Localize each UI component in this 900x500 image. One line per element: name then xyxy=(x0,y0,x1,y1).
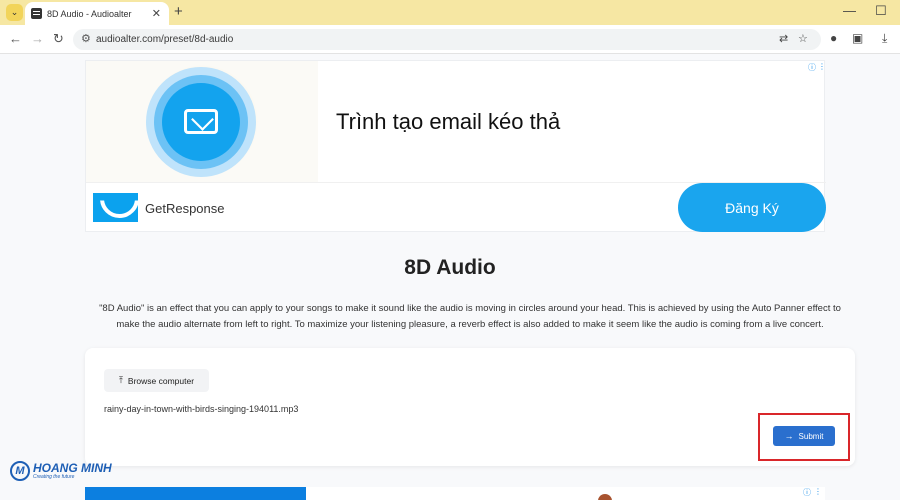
ad-brand-name: GetResponse xyxy=(145,201,225,216)
getresponse-logo-icon xyxy=(93,193,138,222)
bottom-ad-panel[interactable]: ⓘ ⋮ xyxy=(306,487,825,500)
forward-icon[interactable]: → xyxy=(31,31,44,46)
browse-computer-button[interactable]: ⤒ Browse computer xyxy=(104,369,209,392)
watermark-logo: M HOANG MINH Creating the future xyxy=(10,459,112,483)
watermark-tagline: Creating the future xyxy=(33,474,75,480)
tab-title: 8D Audio - Audioalter xyxy=(47,8,132,19)
ad-info-icon[interactable]: ⓘ xyxy=(808,62,816,73)
upload-card: ⤒ Browse computer rainy-day-in-town-with… xyxy=(85,348,855,466)
bottom-ad-menu-icon[interactable]: ⋮ xyxy=(814,487,822,496)
watermark-brand: HOANG MINH xyxy=(33,461,112,475)
url-text: audioalter.com/preset/8d-audio xyxy=(96,34,234,45)
selected-file-name: rainy-day-in-town-with-birds-singing-194… xyxy=(104,404,299,414)
maximize-icon[interactable]: ☐ xyxy=(875,3,887,19)
address-bar[interactable]: ⚙ audioalter.com/preset/8d-audio ⇄ ☆ xyxy=(73,29,821,50)
profile-icon[interactable]: ● xyxy=(830,31,837,45)
bottom-ad-info-icon[interactable]: ⓘ xyxy=(803,487,811,498)
star-icon[interactable]: ☆ xyxy=(798,32,808,45)
close-icon[interactable]: ✕ xyxy=(152,7,161,20)
submit-highlight-box xyxy=(758,413,850,461)
translate-icon[interactable]: ⇄ xyxy=(779,32,788,45)
ad-banner[interactable]: Trình tạo email kéo thả GetResponse Đăng… xyxy=(85,60,826,232)
ad-headline: Trình tạo email kéo thả xyxy=(336,109,561,134)
browser-tab[interactable]: 8D Audio - Audioalter ✕ xyxy=(25,2,169,25)
upload-icon: ⤒ xyxy=(118,375,123,385)
tab-search-icon[interactable]: ⌄ xyxy=(6,4,23,21)
bottom-ad-image[interactable] xyxy=(85,487,306,500)
download-icon[interactable]: ⤓ xyxy=(882,31,887,46)
back-icon[interactable]: ← xyxy=(9,31,22,46)
minimize-icon[interactable]: — xyxy=(843,3,856,18)
hoang-minh-logo-icon: M xyxy=(10,461,30,481)
browser-toolbar: ← → ↻ ⚙ audioalter.com/preset/8d-audio ⇄… xyxy=(0,25,900,54)
tab-strip: ⌄ 8D Audio - Audioalter ✕ + — ☐ xyxy=(0,0,900,25)
plus-icon[interactable]: + xyxy=(174,3,183,20)
ad-signup-button[interactable]: Đăng Ký xyxy=(678,183,826,232)
page-description: "8D Audio" is an effect that you can app… xyxy=(99,303,841,330)
audioalter-favicon-icon xyxy=(31,8,42,19)
reload-icon[interactable]: ↻ xyxy=(53,31,64,47)
browse-button-label: Browse computer xyxy=(127,375,195,386)
mail-icon xyxy=(184,109,218,134)
ad-illustration xyxy=(86,61,318,182)
extensions-icon[interactable]: ▣ xyxy=(852,31,863,45)
site-info-icon[interactable]: ⚙ xyxy=(81,32,91,45)
page-title: 8D Audio xyxy=(404,256,496,279)
ad-menu-icon[interactable]: ⋮ xyxy=(818,62,826,71)
